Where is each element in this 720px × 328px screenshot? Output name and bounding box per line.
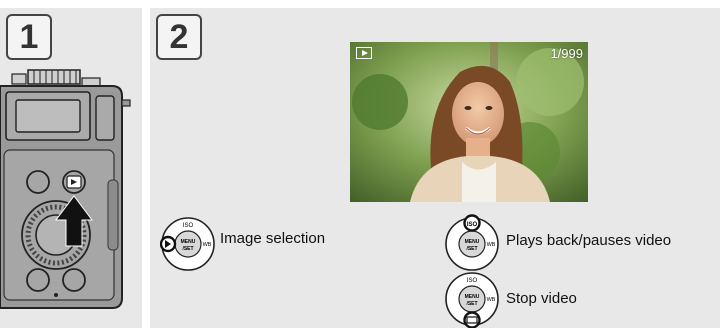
svg-text:WB: WB: [203, 242, 212, 248]
svg-text:ISO: ISO: [467, 278, 478, 284]
caption-stop-video: Stop video: [506, 290, 577, 307]
caption-plays-back-pauses: Plays back/pauses video: [506, 232, 672, 249]
step-1-panel: 1: [0, 8, 142, 328]
svg-text:/SET: /SET: [466, 301, 477, 307]
control-dial-down-highlight-icon: ISO MENU /SET WB: [445, 272, 499, 328]
caption-image-selection: Image selection: [220, 230, 326, 247]
portrait-image: [350, 42, 588, 202]
frame-counter: 1/999: [550, 46, 583, 61]
svg-text:MENU: MENU: [181, 239, 196, 245]
playback-icon: [356, 47, 372, 59]
control-dial-up-highlight-icon: ISO MENU /SET WB: [445, 214, 499, 271]
svg-text:ISO: ISO: [467, 222, 478, 228]
svg-text:ISO: ISO: [183, 223, 194, 229]
control-dial-left-highlight-icon: ISO MENU /SET WB: [160, 217, 215, 271]
svg-text:MENU: MENU: [465, 294, 480, 300]
svg-text:WB: WB: [487, 297, 496, 303]
step-number-badge: 1: [6, 14, 52, 60]
svg-text:/SET: /SET: [466, 246, 477, 252]
step-2-panel: 2 1/999 ISO MENU /SET WB Image selection…: [150, 8, 720, 328]
camera-body-icon: [0, 69, 131, 309]
svg-text:MENU: MENU: [465, 239, 480, 245]
svg-text:WB: WB: [487, 242, 496, 248]
step-number-badge: 2: [156, 14, 202, 60]
playback-screen: 1/999: [350, 42, 588, 202]
svg-text:/SET: /SET: [182, 246, 193, 252]
